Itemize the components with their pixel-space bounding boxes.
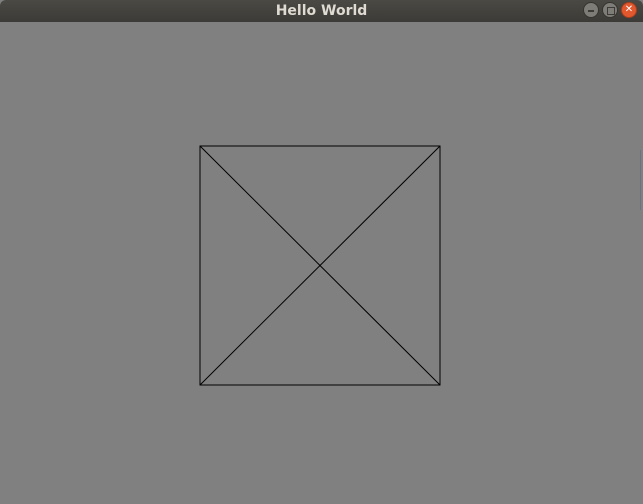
close-button[interactable]: ✕	[621, 2, 637, 18]
app-window: Hello World ✕	[0, 0, 643, 504]
minimize-button[interactable]	[583, 2, 599, 18]
minimize-icon	[588, 10, 594, 12]
close-icon: ✕	[624, 4, 634, 15]
window-title: Hello World	[275, 3, 368, 19]
maximize-button[interactable]	[602, 2, 618, 18]
maximize-icon	[607, 7, 615, 15]
drawing-canvas	[199, 145, 441, 386]
title-bar[interactable]: Hello World ✕	[0, 0, 643, 22]
window-controls: ✕	[583, 2, 637, 20]
